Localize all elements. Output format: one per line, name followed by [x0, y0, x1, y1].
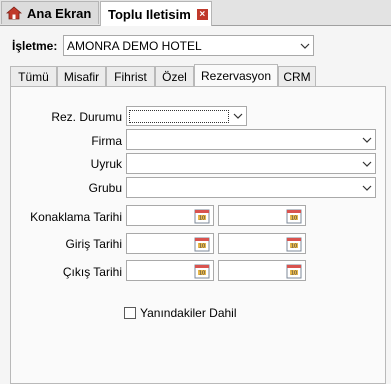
rez-durumu-label: Rez. Durumu [51, 110, 122, 124]
giris-tarihi-to-field[interactable]: 10 [218, 233, 306, 254]
doc-tab-label: Toplu Iletisim [108, 6, 191, 22]
tab-misafir[interactable]: Misafir [57, 66, 106, 86]
cikis-tarihi-from-field[interactable]: 10 [126, 260, 214, 281]
calendar-icon[interactable]: 10 [286, 208, 302, 224]
svg-text:10: 10 [199, 244, 205, 250]
chevron-down-icon[interactable] [297, 36, 313, 55]
tab-crm[interactable]: CRM [278, 66, 316, 86]
chevron-down-icon[interactable] [359, 178, 375, 197]
calendar-icon[interactable]: 10 [194, 208, 210, 224]
cikis-tarihi-label: Çıkış Tarihi [62, 265, 122, 279]
rez-durumu-select[interactable] [126, 106, 247, 126]
rez-durumu-value [127, 109, 230, 123]
tab-label: Misafir [63, 69, 100, 84]
uyruk-select[interactable] [126, 153, 376, 174]
uyruk-label: Uyruk [90, 157, 122, 171]
konaklama-tarihi-to-field[interactable]: 10 [218, 205, 306, 226]
yanindakiler-dahil-option[interactable]: Yanındakiler Dahil [124, 306, 237, 320]
tab-fihrist[interactable]: Fihrist [106, 66, 155, 86]
yanindakiler-dahil-checkbox[interactable] [124, 307, 136, 319]
grubu-label: Grubu [88, 181, 122, 195]
grubu-select[interactable] [126, 177, 376, 198]
calendar-icon[interactable]: 10 [194, 236, 210, 252]
svg-text:10: 10 [291, 271, 297, 277]
firma-label: Firma [91, 134, 122, 148]
isletme-label: İşletme: [12, 39, 58, 53]
home-icon [6, 6, 22, 20]
tab-label: Fihrist [114, 69, 147, 84]
isletme-select[interactable]: AMONRA DEMO HOTEL [63, 35, 314, 56]
svg-text:10: 10 [199, 216, 205, 222]
konaklama-tarihi-label: Konaklama Tarihi [30, 210, 122, 224]
tab-label: Özel [162, 69, 187, 84]
yanindakiler-dahil-label: Yanındakiler Dahil [140, 306, 237, 320]
cikis-tarihi-to-field[interactable]: 10 [218, 260, 306, 281]
svg-text:10: 10 [291, 216, 297, 222]
firma-select[interactable] [126, 129, 376, 150]
tab-tumu[interactable]: Tümü [10, 66, 57, 86]
tab-ozel[interactable]: Özel [155, 66, 194, 86]
close-icon[interactable]: × [196, 8, 208, 20]
giris-tarihi-label: Giriş Tarihi [65, 237, 122, 251]
chevron-down-icon[interactable] [230, 107, 246, 125]
chevron-down-icon[interactable] [359, 130, 375, 149]
tab-label: Rezervasyon [200, 68, 272, 83]
focus-rectangle [129, 109, 229, 123]
calendar-icon[interactable]: 10 [286, 263, 302, 279]
chevron-down-icon[interactable] [359, 154, 375, 173]
calendar-icon[interactable]: 10 [194, 263, 210, 279]
tab-label: Tümü [18, 69, 49, 84]
konaklama-tarihi-from-field[interactable]: 10 [126, 205, 214, 226]
doc-tab-toplu-iletisim[interactable]: Toplu Iletisim × [100, 1, 212, 26]
isletme-value: AMONRA DEMO HOTEL [67, 38, 202, 53]
giris-tarihi-from-field[interactable]: 10 [126, 233, 214, 254]
tab-label: CRM [283, 69, 311, 84]
tab-rezervasyon[interactable]: Rezervasyon [194, 64, 278, 86]
doc-tab-ana-ekran[interactable]: Ana Ekran [1, 1, 99, 24]
calendar-icon[interactable]: 10 [286, 236, 302, 252]
svg-text:10: 10 [291, 244, 297, 250]
svg-text:10: 10 [199, 271, 205, 277]
doc-tab-label: Ana Ekran [27, 5, 92, 21]
